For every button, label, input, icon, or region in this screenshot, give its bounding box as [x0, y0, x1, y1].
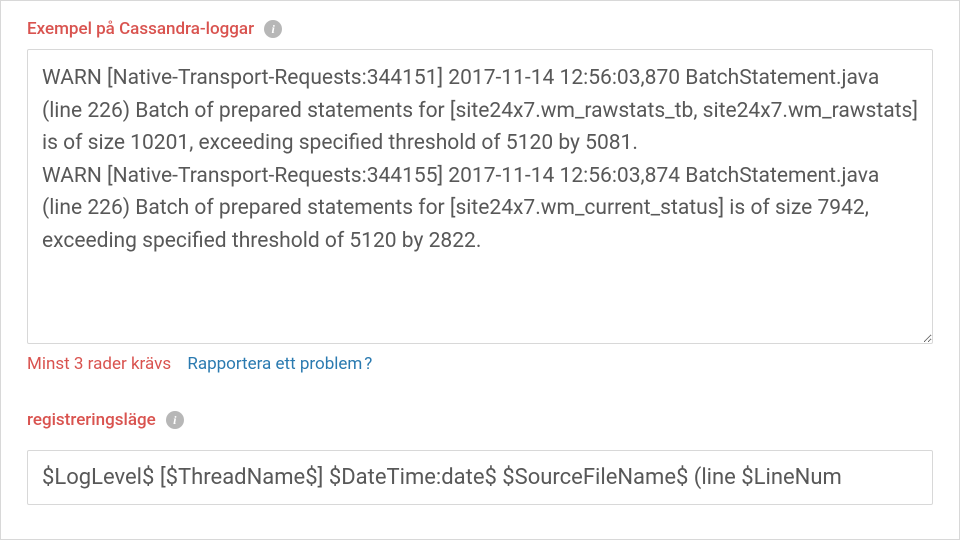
config-panel: Exempel på Cassandra-loggar i Minst 3 ra… — [0, 0, 960, 540]
report-problem-link[interactable]: Rapportera ett problem — [187, 354, 362, 374]
mode-label: registreringsläge — [27, 410, 156, 430]
example-logs-label-row: Exempel på Cassandra-loggar i — [27, 19, 933, 39]
section-gap — [27, 374, 933, 410]
hint-row: Minst 3 rader krävs Rapportera ett probl… — [27, 354, 933, 374]
example-logs-textarea[interactable] — [27, 49, 933, 344]
mode-label-row: registreringsläge i — [27, 410, 933, 430]
info-icon[interactable]: i — [166, 411, 184, 429]
info-icon[interactable]: i — [264, 20, 282, 38]
min-lines-hint: Minst 3 rader krävs — [27, 354, 171, 374]
pattern-input[interactable] — [27, 450, 933, 505]
question-icon[interactable]: ? — [364, 354, 372, 374]
example-logs-label: Exempel på Cassandra-loggar — [27, 19, 254, 39]
